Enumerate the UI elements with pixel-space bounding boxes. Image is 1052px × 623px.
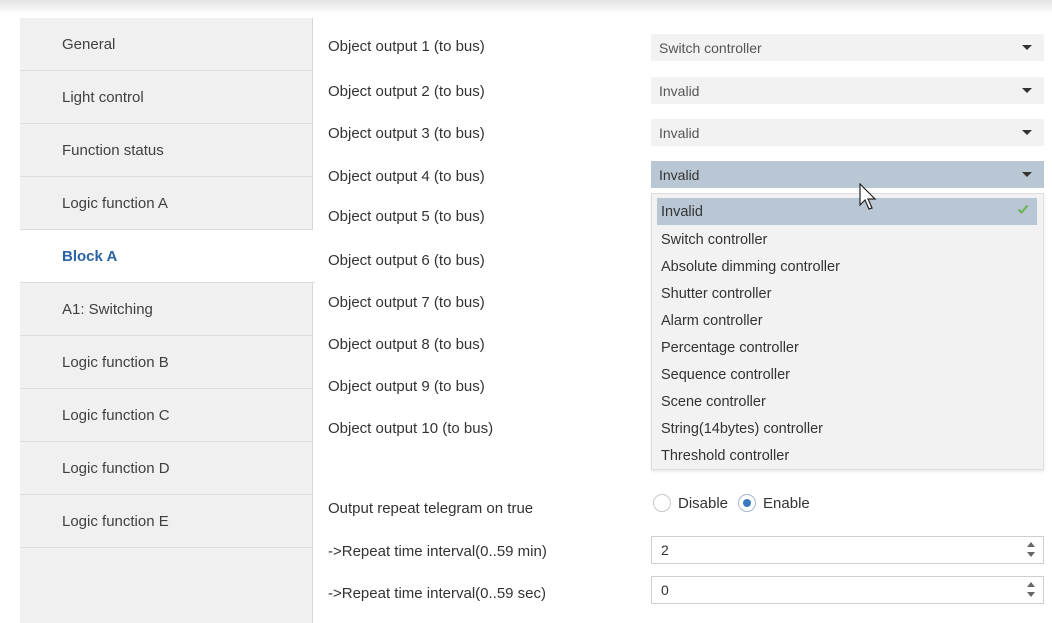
dropdown-option-label: Scene controller: [661, 393, 766, 410]
dropdown-option-label: Percentage controller: [661, 339, 799, 356]
sidebar-item-function-status[interactable]: Function status: [20, 124, 312, 177]
dropdown-option-label: Absolute dimming controller: [661, 258, 840, 275]
dropdown-option-sequence-controller[interactable]: Sequence controller: [657, 361, 1037, 388]
output-2-select[interactable]: Invalid: [651, 77, 1044, 104]
dropdown-option-percentage-controller[interactable]: Percentage controller: [657, 334, 1037, 361]
output-2-label: Object output 2 (to bus): [328, 83, 485, 100]
output-3-select[interactable]: Invalid: [651, 119, 1044, 146]
sidebar-item-label: Block A: [62, 247, 118, 265]
repeat-min-value: 2: [661, 542, 669, 558]
sidebar-item-label: Logic function E: [62, 512, 169, 530]
checkmark-icon: [1017, 204, 1029, 214]
output-7-label: Object output 7 (to bus): [328, 294, 485, 311]
radio-disable-label[interactable]: Disable: [678, 495, 728, 512]
spin-down-icon[interactable]: [1027, 592, 1035, 597]
output-2-select-value: Invalid: [659, 82, 700, 99]
sidebar-item-a1-switching[interactable]: A1: Switching: [20, 283, 312, 336]
output-9-label: Object output 9 (to bus): [328, 378, 485, 395]
chevron-down-icon: [1022, 172, 1032, 177]
output-8-label: Object output 8 (to bus): [328, 336, 485, 353]
output-6-label: Object output 6 (to bus): [328, 252, 485, 269]
sidebar-item-logic-function-d[interactable]: Logic function D: [20, 442, 312, 495]
spin-down-icon[interactable]: [1027, 552, 1035, 557]
repeat-sec-label: ->Repeat time interval(0..59 sec): [328, 585, 547, 602]
radio-enable-label[interactable]: Enable: [763, 495, 810, 512]
sidebar-item-label: A1: Switching: [62, 300, 153, 318]
dropdown-option-shutter-controller[interactable]: Shutter controller: [657, 280, 1037, 307]
repeat-min-label: ->Repeat time interval(0..59 min): [328, 543, 547, 560]
output-4-label: Object output 4 (to bus): [328, 168, 485, 185]
dropdown-option-label: Threshold controller: [661, 447, 790, 464]
sidebar: General Light control Function status Lo…: [20, 18, 315, 623]
sidebar-item-label: Logic function D: [62, 459, 170, 477]
radio-enable[interactable]: [738, 494, 757, 512]
parameter-window: General Light control Function status Lo…: [0, 0, 1052, 623]
dropdown-option-invalid[interactable]: Invalid: [657, 198, 1037, 225]
sidebar-item-label: Logic function C: [62, 406, 170, 424]
mouse-pointer-icon: [859, 183, 877, 210]
repeat-telegram-radio-group: Disable Enable: [653, 494, 820, 512]
sidebar-item-label: General: [62, 35, 116, 53]
sidebar-item-logic-function-c[interactable]: Logic function C: [20, 389, 312, 442]
dropdown-option-label: Alarm controller: [661, 312, 763, 329]
output-10-label: Object output 10 (to bus): [328, 420, 494, 437]
radio-disable[interactable]: [653, 494, 671, 512]
sidebar-item-light-control[interactable]: Light control: [20, 71, 312, 124]
dropdown-option-string-controller[interactable]: String(14bytes) controller: [657, 415, 1037, 442]
window-top-shadow: [0, 0, 1052, 14]
sidebar-item-label: Logic function B: [62, 353, 169, 371]
output-4-dropdown-list: Invalid Switch controller Absolute dimmi…: [651, 193, 1044, 470]
sidebar-item-label: Logic function A: [62, 194, 168, 212]
spin-up-icon[interactable]: [1027, 542, 1035, 547]
repeat-sec-input[interactable]: 0: [651, 576, 1044, 604]
sidebar-item-label: Light control: [62, 88, 144, 106]
output-1-select[interactable]: Switch controller: [651, 34, 1044, 61]
dropdown-option-switch-controller[interactable]: Switch controller: [657, 226, 1037, 253]
output-3-select-value: Invalid: [659, 124, 700, 141]
dropdown-option-label: Invalid: [661, 203, 703, 220]
dropdown-option-absolute-dimming-controller[interactable]: Absolute dimming controller: [657, 253, 1037, 280]
dropdown-option-label: Switch controller: [661, 231, 768, 248]
chevron-down-icon: [1022, 88, 1032, 93]
sidebar-item-logic-function-e[interactable]: Logic function E: [20, 495, 312, 548]
output-4-select-value: Invalid: [659, 166, 700, 183]
output-1-label: Object output 1 (to bus): [328, 38, 485, 55]
dropdown-option-threshold-controller[interactable]: Threshold controller: [657, 442, 1037, 469]
spin-arrows-icon[interactable]: [1026, 582, 1036, 598]
sidebar-item-label: Function status: [62, 141, 164, 159]
sidebar-item-block-a[interactable]: Block A: [20, 230, 315, 283]
dropdown-option-alarm-controller[interactable]: Alarm controller: [657, 307, 1037, 334]
output-5-label: Object output 5 (to bus): [328, 208, 485, 225]
chevron-down-icon: [1022, 45, 1032, 50]
output-4-select[interactable]: Invalid: [651, 161, 1044, 188]
output-1-select-value: Switch controller: [659, 39, 762, 56]
spin-arrows-icon[interactable]: [1026, 542, 1036, 558]
output-3-label: Object output 3 (to bus): [328, 125, 485, 142]
repeat-sec-value: 0: [661, 582, 669, 598]
repeat-min-input[interactable]: 2: [651, 536, 1044, 564]
dropdown-option-label: Sequence controller: [661, 366, 790, 383]
sidebar-item-logic-function-a[interactable]: Logic function A: [20, 177, 312, 230]
chevron-down-icon: [1022, 130, 1032, 135]
dropdown-option-label: String(14bytes) controller: [661, 420, 823, 437]
dropdown-option-label: Shutter controller: [661, 285, 772, 302]
spin-up-icon[interactable]: [1027, 582, 1035, 587]
dropdown-option-scene-controller[interactable]: Scene controller: [657, 388, 1037, 415]
sidebar-item-general[interactable]: General: [20, 18, 312, 71]
repeat-telegram-label: Output repeat telegram on true: [328, 500, 534, 517]
sidebar-item-logic-function-b[interactable]: Logic function B: [20, 336, 312, 389]
